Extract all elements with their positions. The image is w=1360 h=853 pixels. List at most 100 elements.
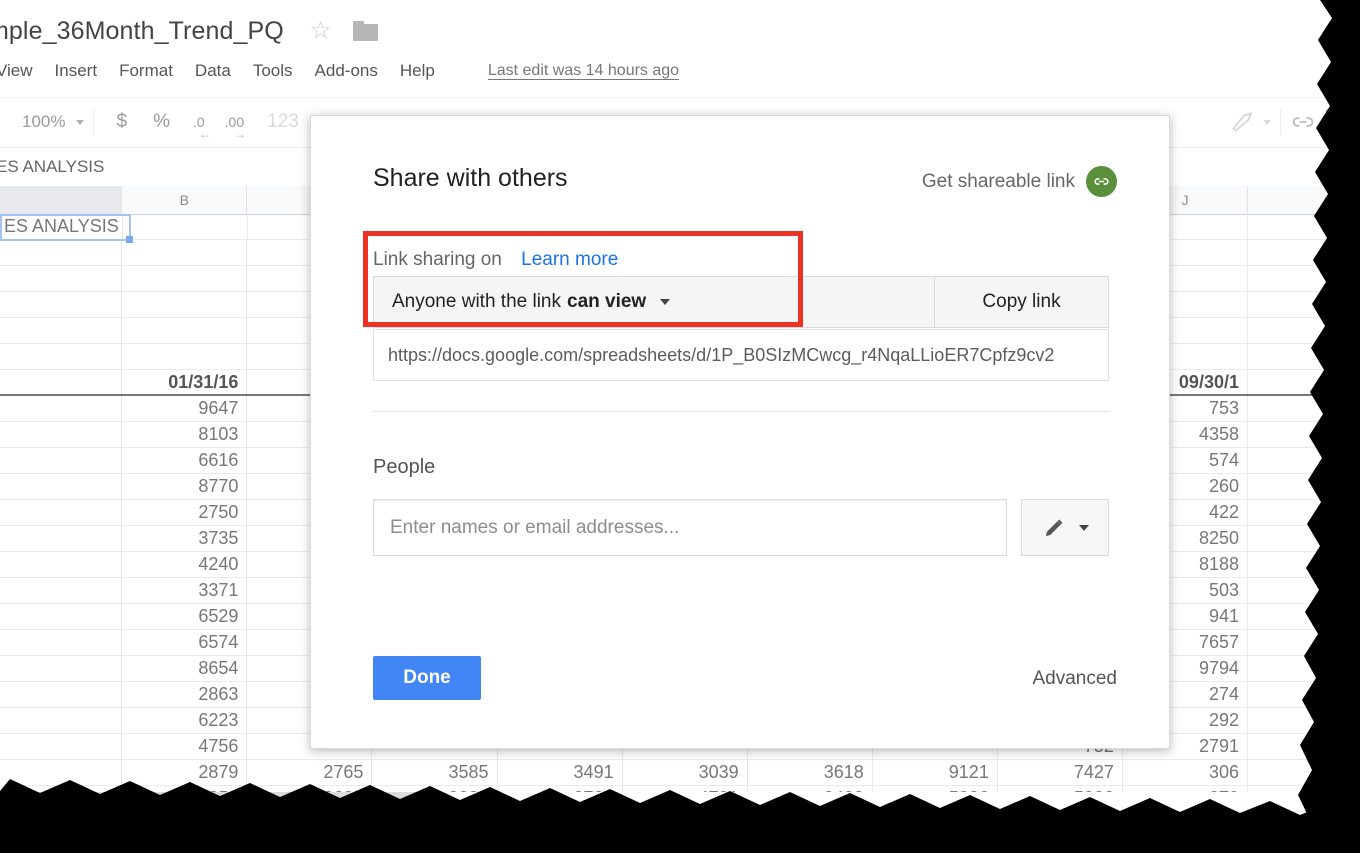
grid-cell[interactable] [1248, 604, 1360, 629]
grid-cell[interactable]: 3491 [498, 760, 623, 785]
horizontal-scrollbar[interactable] [0, 792, 1360, 807]
grid-cell[interactable] [1248, 240, 1360, 265]
permission-dropdown[interactable]: Anyone with the link can view [373, 276, 935, 328]
grid-cell[interactable] [1248, 396, 1360, 421]
menu-data[interactable]: Data [184, 61, 242, 81]
grid-cell[interactable] [1248, 552, 1360, 577]
grid-cell[interactable]: 4756 [122, 734, 247, 759]
grid-cell[interactable] [0, 552, 122, 577]
star-outline-icon[interactable]: ☆ [310, 19, 332, 43]
copy-link-button[interactable]: Copy link [935, 276, 1109, 328]
grid-cell[interactable] [1248, 526, 1360, 551]
grid-cell[interactable] [122, 240, 247, 265]
grid-cell[interactable] [0, 344, 122, 369]
grid-cell[interactable] [0, 630, 122, 655]
column-header-B[interactable]: B [122, 186, 247, 214]
grid-cell[interactable] [0, 318, 122, 343]
grid-cell[interactable] [1248, 448, 1360, 473]
grid-cell[interactable]: 9121 [873, 760, 998, 785]
grid-cell[interactable] [122, 318, 247, 343]
more-formats-button[interactable]: 123 [254, 111, 312, 133]
page-title[interactable]: mple_36Month_Trend_PQ [0, 17, 284, 46]
done-button[interactable]: Done [373, 656, 481, 700]
last-edit-status[interactable]: Last edit was 14 hours ago [488, 62, 679, 80]
get-shareable-link-button[interactable]: Get shareable link [922, 166, 1117, 197]
scrollbar-thumb[interactable] [0, 792, 435, 805]
grid-cell[interactable] [1248, 760, 1360, 785]
menu-tools[interactable]: Tools [242, 61, 304, 81]
folder-icon[interactable] [353, 21, 378, 41]
grid-cell[interactable] [0, 526, 122, 551]
grid-cell[interactable] [0, 396, 122, 421]
grid-cell[interactable]: 306 [1123, 760, 1248, 785]
grid-cell[interactable]: 8770 [122, 474, 247, 499]
grid-cell[interactable] [123, 214, 248, 239]
add-button[interactable]: + [1326, 109, 1352, 135]
grid-cell[interactable] [1248, 422, 1360, 447]
grid-cell[interactable]: 01/31/16 [122, 370, 247, 394]
learn-more-link[interactable]: Learn more [521, 249, 618, 270]
grid-cell[interactable] [1248, 682, 1360, 707]
grid-cell[interactable]: 7427 [998, 760, 1123, 785]
share-url-field[interactable]: https://docs.google.com/spreadsheets/d/1… [373, 329, 1109, 381]
menu-help[interactable]: Help [389, 61, 446, 81]
grid-cell[interactable] [1248, 214, 1360, 239]
grid-cell[interactable] [1248, 474, 1360, 499]
grid-cell[interactable]: 2863 [122, 682, 247, 707]
grid-cell[interactable] [1248, 630, 1360, 655]
grid-cell[interactable] [0, 760, 122, 785]
decrease-decimal-button[interactable]: .0 ← [183, 114, 215, 130]
grid-cell[interactable] [1248, 344, 1360, 369]
grid-cell[interactable] [0, 578, 122, 603]
advanced-link[interactable]: Advanced [1032, 668, 1117, 690]
grid-cell[interactable] [1248, 292, 1360, 317]
menu-format[interactable]: Format [108, 61, 184, 81]
grid-cell[interactable] [1248, 500, 1360, 525]
grid-cell[interactable] [1248, 370, 1360, 394]
grid-cell[interactable] [1248, 266, 1360, 291]
grid-cell[interactable] [0, 370, 122, 394]
percent-format-button[interactable]: % [140, 111, 183, 133]
grid-cell[interactable] [0, 474, 122, 499]
paint-format-button[interactable] [1229, 109, 1271, 135]
table-row[interactable]: 28792765358534913039361891217427306 [0, 760, 1360, 786]
grid-cell[interactable] [1248, 708, 1360, 733]
grid-cell[interactable] [0, 708, 122, 733]
grid-cell[interactable]: 2765 [247, 760, 372, 785]
grid-cell[interactable]: 3371 [122, 578, 247, 603]
permission-role-button[interactable] [1021, 499, 1109, 556]
grid-cell[interactable] [122, 266, 247, 291]
grid-cell[interactable]: 3039 [623, 760, 748, 785]
column-header-0[interactable] [0, 186, 122, 214]
grid-cell[interactable]: 6616 [122, 448, 247, 473]
grid-cell[interactable] [1248, 578, 1360, 603]
grid-cell[interactable] [0, 422, 122, 447]
grid-cell[interactable]: 3585 [372, 760, 497, 785]
column-header-10[interactable] [1248, 186, 1360, 214]
zoom-selector[interactable]: 100% [22, 112, 84, 132]
increase-decimal-button[interactable]: .00 → [215, 114, 254, 130]
menu-addons[interactable]: Add-ons [304, 61, 389, 81]
link-icon[interactable] [1290, 109, 1316, 135]
grid-cell[interactable] [0, 448, 122, 473]
grid-cell[interactable]: 3735 [122, 526, 247, 551]
grid-cell[interactable] [0, 656, 122, 681]
grid-cell[interactable] [0, 604, 122, 629]
grid-cell[interactable] [0, 266, 122, 291]
grid-cell[interactable]: 8654 [122, 656, 247, 681]
grid-cell[interactable] [0, 292, 122, 317]
people-input[interactable]: Enter names or email addresses... [373, 499, 1007, 556]
grid-cell[interactable]: 4240 [122, 552, 247, 577]
grid-cell[interactable] [0, 682, 122, 707]
grid-cell[interactable]: 3618 [748, 760, 873, 785]
grid-cell[interactable] [0, 500, 122, 525]
grid-cell[interactable] [1248, 734, 1360, 759]
fill-handle[interactable] [126, 236, 133, 243]
grid-cell[interactable]: 6223 [122, 708, 247, 733]
currency-format-button[interactable]: $ [103, 111, 140, 133]
menu-insert[interactable]: Insert [44, 61, 109, 81]
grid-cell[interactable] [122, 344, 247, 369]
grid-cell[interactable]: 2879 [122, 760, 247, 785]
grid-cell[interactable]: 6574 [122, 630, 247, 655]
grid-cell[interactable] [1248, 318, 1360, 343]
